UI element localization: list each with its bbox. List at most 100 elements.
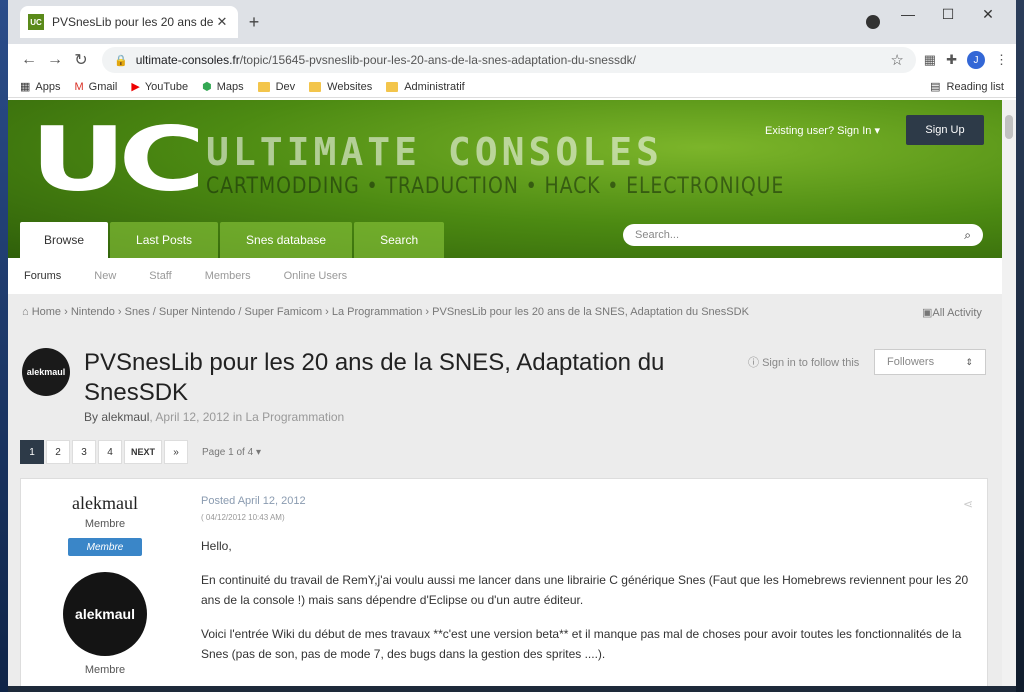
pagination: 1 2 3 4 NEXT » Page 1 of 4 ▾ <box>20 440 261 464</box>
profile-avatar[interactable]: J <box>967 51 985 69</box>
bookmark-folder-dev[interactable]: Dev <box>257 81 295 93</box>
forward-icon[interactable]: → <box>42 51 68 69</box>
menu-icon[interactable]: ⋮ <box>995 52 1008 68</box>
tab-strip: UC PVSnesLib pour les 20 ans de la S ✕ +… <box>8 0 1016 44</box>
activity-icon: ▣ <box>922 307 933 319</box>
new-tab-icon[interactable]: + <box>244 12 264 33</box>
author-rank: Membre <box>84 518 126 530</box>
page-jump-dropdown[interactable]: Page 1 of 4 ▾ <box>202 447 261 458</box>
address-bar[interactable]: 🔒 ultimate-consoles.fr /topic/15645-pvsn… <box>102 47 916 73</box>
info-icon: ⓘ <box>748 357 763 369</box>
follow-link[interactable]: ⓘ Sign in to follow this <box>748 354 859 370</box>
maximize-icon[interactable]: ☐ <box>928 6 968 23</box>
post-date-detail: ( 04/12/2012 10:43 AM) <box>201 513 285 522</box>
share-icon[interactable]: ⋖ <box>963 497 973 511</box>
maps-pin-icon: ⬢ <box>202 81 212 93</box>
folder-icon <box>309 81 322 92</box>
post-card: alekmaul Membre Membre alekmaul Membre P… <box>20 478 988 686</box>
back-icon[interactable]: ← <box>16 51 42 69</box>
tab-snes-database[interactable]: Snes database <box>220 222 353 258</box>
bookmark-gmail[interactable]: M Gmail <box>74 81 117 93</box>
topic-author-avatar[interactable]: alekmaul <box>22 348 70 396</box>
last-page-button[interactable]: » <box>164 440 189 464</box>
subnav-staff[interactable]: Staff <box>149 270 171 282</box>
post-author-name[interactable]: alekmaul <box>21 493 189 514</box>
url-path: /topic/15645-pvsneslib-pour-les-20-ans-d… <box>239 53 636 67</box>
reload-icon[interactable]: ↻ <box>68 50 94 70</box>
page-1-button[interactable]: 1 <box>20 440 44 464</box>
forum-link[interactable]: La Programmation <box>246 410 345 424</box>
gmail-icon: M <box>74 80 84 93</box>
main-nav: Browse Last Posts Snes database Search <box>20 222 446 258</box>
sign-up-button[interactable]: Sign Up <box>906 115 984 145</box>
youtube-icon: ▶ <box>131 81 140 93</box>
all-activity-link[interactable]: ▣All Activity <box>922 306 982 319</box>
folder-icon <box>257 81 270 92</box>
puzzle-icon[interactable]: ✚ <box>946 52 957 68</box>
rank-badge: Membre <box>68 538 142 556</box>
page-3-button[interactable]: 3 <box>72 440 96 464</box>
extension-icon[interactable]: ▦ <box>924 52 936 68</box>
sub-nav: Forums New Staff Members Online Users <box>8 258 1002 294</box>
tab-browse[interactable]: Browse <box>20 222 109 258</box>
post-paragraph: En continuité du travail de RemY,j'ai vo… <box>201 573 969 607</box>
minimize-icon[interactable]: — <box>888 6 928 23</box>
search-input[interactable]: Search... ⌕ <box>623 224 983 246</box>
breadcrumb[interactable]: ⌂ Home › Nintendo › Snes / Super Nintend… <box>22 306 749 318</box>
subnav-members[interactable]: Members <box>205 270 251 282</box>
bookmarks-bar: ▦ Apps M Gmail ▶ YouTube ⬢ Maps Dev Websites… <box>8 76 1016 98</box>
page-title: PVSnesLib pour les 20 ans de la SNES, Ad… <box>84 349 665 406</box>
bookmark-apps[interactable]: ▦ Apps <box>20 80 60 94</box>
tab-search[interactable]: Search <box>354 222 445 258</box>
post-date[interactable]: Posted April 12, 2012 <box>201 495 971 507</box>
author-link[interactable]: alekmaul <box>101 410 149 424</box>
post-author-panel: alekmaul Membre Membre alekmaul Membre <box>21 479 189 676</box>
close-window-icon[interactable]: ✕ <box>968 6 1008 23</box>
author-group: Membre <box>84 664 126 676</box>
avatar[interactable]: alekmaul <box>63 572 147 656</box>
page-2-button[interactable]: 2 <box>46 440 70 464</box>
subnav-forums[interactable]: Forums <box>24 270 61 282</box>
bookmark-folder-websites[interactable]: Websites <box>309 81 372 93</box>
reading-list[interactable]: ▤ Reading list <box>930 80 1004 94</box>
bookmark-youtube[interactable]: ▶ YouTube <box>131 80 188 94</box>
post-body: Posted April 12, 2012 ( 04/12/2012 10:43… <box>201 495 971 664</box>
bookmark-maps[interactable]: ⬢ Maps <box>202 80 244 94</box>
site-subtitle: CARTMODDING • TRADUCTION • HACK • ELECTR… <box>206 174 785 199</box>
sign-in-link[interactable]: Existing user? Sign In ▾ <box>765 124 880 137</box>
url-host: ultimate-consoles.fr <box>135 53 240 67</box>
browser-tab[interactable]: UC PVSnesLib pour les 20 ans de la S ✕ <box>20 6 238 38</box>
subnav-online-users[interactable]: Online Users <box>284 270 348 282</box>
followers-dropdown[interactable]: Followers ⇕ <box>874 349 986 375</box>
browser-window: UC PVSnesLib pour les 20 ans de la S ✕ +… <box>8 0 1016 686</box>
bookmark-folder-administratif[interactable]: Administratif <box>386 81 465 93</box>
tab-search-icon[interactable] <box>866 15 880 29</box>
page-4-button[interactable]: 4 <box>98 440 122 464</box>
search-icon[interactable]: ⌕ <box>964 228 971 243</box>
bookmark-star-icon[interactable]: ☆ <box>890 51 903 69</box>
lock-icon[interactable]: 🔒 <box>114 54 128 67</box>
topic-byline: By alekmaul, April 12, 2012 in La Progra… <box>84 410 345 424</box>
site-title: ULTIMATE CONSOLES <box>206 130 663 174</box>
close-tab-icon[interactable]: ✕ <box>214 14 230 30</box>
sort-arrows-icon: ⇕ <box>965 356 973 367</box>
page-content: UC ULTIMATE CONSOLES CARTMODDING • TRADU… <box>8 100 1016 686</box>
topic-date: April 12, 2012 <box>155 410 230 424</box>
tab-title: PVSnesLib pour les 20 ans de la S <box>52 15 214 29</box>
tab-last-posts[interactable]: Last Posts <box>110 222 219 258</box>
apps-grid-icon: ▦ <box>20 81 31 93</box>
desktop-right-edge <box>1016 0 1024 692</box>
search-placeholder: Search... <box>635 229 680 241</box>
desktop-left-edge <box>0 0 8 692</box>
site-logo[interactable]: UC <box>30 116 206 204</box>
folder-icon <box>386 81 399 92</box>
scrollbar-thumb[interactable] <box>1005 115 1013 139</box>
window-controls: — ☐ ✕ <box>888 6 1008 23</box>
post-paragraph: Voici l'entrée Wiki du début de mes trav… <box>201 627 962 661</box>
subnav-new[interactable]: New <box>94 270 116 282</box>
page-scrollbar[interactable] <box>1002 100 1016 686</box>
next-page-button[interactable]: NEXT <box>124 440 163 464</box>
post-paragraph: Hello, <box>201 539 232 553</box>
browser-toolbar: ← → ↻ 🔒 ultimate-consoles.fr /topic/1564… <box>8 44 1016 76</box>
site-header: UC ULTIMATE CONSOLES CARTMODDING • TRADU… <box>8 100 1002 258</box>
